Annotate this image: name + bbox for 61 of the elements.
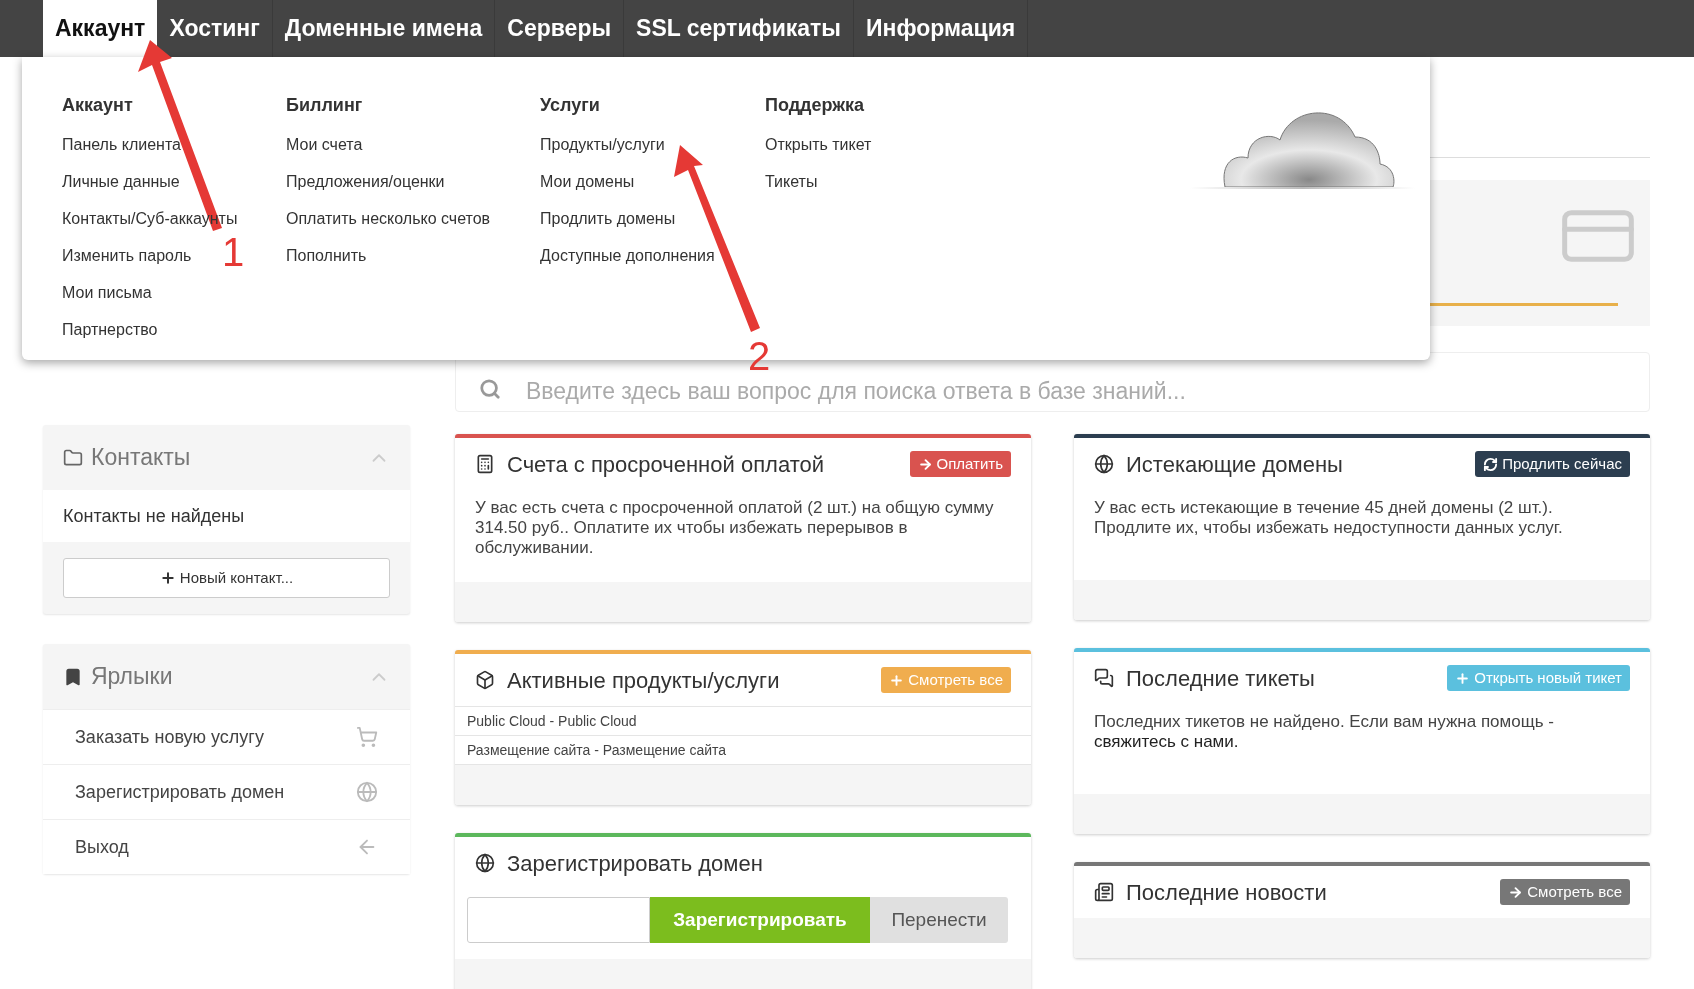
- calculator-icon: [475, 454, 495, 474]
- menu-heading: Поддержка: [765, 94, 865, 117]
- folder-icon: [63, 447, 83, 468]
- domain-input-field[interactable]: [467, 897, 650, 943]
- card-title: Счета с просроченной оплатой: [507, 450, 824, 479]
- menu-item[interactable]: Мои письма: [62, 283, 152, 302]
- cube-icon: [475, 670, 495, 690]
- service-row[interactable]: Public Cloud - Public Cloud: [455, 707, 1031, 736]
- nav-tab[interactable]: Аккаунт: [43, 0, 158, 57]
- shortcut-item[interactable]: Зарегистрировать домен: [43, 764, 410, 819]
- globe-icon: [1094, 454, 1114, 474]
- cart-icon: [356, 726, 378, 748]
- card-text: Последних тикетов не найдено. Если вам нужна помощь -: [1094, 712, 1555, 732]
- empty-message: Контакты не найдены: [43, 490, 410, 542]
- menu-item[interactable]: Мои домены: [540, 172, 635, 191]
- shortcut-item[interactable]: Выход: [43, 819, 410, 874]
- menu-item[interactable]: Продлить домены: [540, 209, 676, 228]
- card-title: Последние новости: [1126, 878, 1327, 907]
- transfer-button[interactable]: Перенести: [870, 897, 1008, 943]
- menu-item[interactable]: Изменить пароль: [62, 246, 192, 265]
- card-title: Зарегистрировать домен: [507, 849, 763, 878]
- menu-item[interactable]: Тикеты: [765, 172, 818, 191]
- menu-heading: Биллинг: [286, 94, 363, 117]
- globe-icon: [356, 781, 378, 803]
- plus-icon: [1455, 670, 1471, 686]
- card-text: У вас есть истекающие в течение 45 дней домены (2 шт.). Продлите их, чтобы избежать недоступности данных услуг.: [1094, 498, 1564, 538]
- card-action-button[interactable]: Смотреть все: [1500, 879, 1630, 905]
- menu-heading: Аккаунт: [62, 94, 133, 117]
- plus-icon: [159, 570, 176, 586]
- menu-item[interactable]: Оплатить несколько счетов: [286, 209, 491, 228]
- plus-icon: [889, 672, 905, 688]
- panel-title: Ярлыки: [91, 662, 173, 692]
- menu-item[interactable]: Мои счета: [286, 135, 363, 154]
- card-action-button[interactable]: Продлить сейчас: [1475, 451, 1630, 477]
- menu-item[interactable]: Личные данные: [62, 172, 180, 191]
- card-text: У вас есть счета с просроченной оплатой (2 шт.) на общую сумму 314.50 руб.. Оплатите их чтобы избежать перерывов в обслуживании.: [475, 498, 995, 558]
- menu-item[interactable]: Панель клиента: [62, 135, 181, 154]
- panel-title: Контакты: [91, 443, 191, 473]
- card-action-button[interactable]: Оплатить: [909, 451, 1011, 477]
- annotation-number: 1: [222, 232, 245, 272]
- card-title: Последние тикеты: [1126, 664, 1315, 693]
- search-icon: [479, 378, 501, 400]
- menu-item[interactable]: Партнерство: [62, 320, 158, 339]
- chat-icon: [1094, 668, 1114, 688]
- shortcut-item[interactable]: Заказать новую услугу: [43, 709, 410, 764]
- new-contact-button[interactable]: Новый контакт...: [63, 558, 390, 598]
- menu-item[interactable]: Доступные дополнения: [540, 246, 715, 265]
- bookmark-icon: [63, 666, 83, 687]
- menu-item[interactable]: Продукты/услуги: [540, 135, 665, 154]
- arrow-right-icon: [1508, 884, 1524, 900]
- menu-item[interactable]: Пополнить: [286, 246, 367, 265]
- refresh-icon: [1483, 456, 1499, 472]
- contact-link[interactable]: свяжитесь с нами.: [1094, 732, 1239, 751]
- menu-item[interactable]: Предложения/оценки: [286, 172, 445, 191]
- card-title: Истекающие домены: [1126, 450, 1343, 479]
- card-title: Активные продукты/услуги: [507, 666, 780, 695]
- newspaper-icon: [1094, 882, 1114, 902]
- arrow-right-icon: [917, 456, 933, 472]
- globe-icon: [475, 853, 495, 873]
- menu-heading: Услуги: [540, 94, 600, 117]
- menu-item[interactable]: Открыть тикет: [765, 135, 872, 154]
